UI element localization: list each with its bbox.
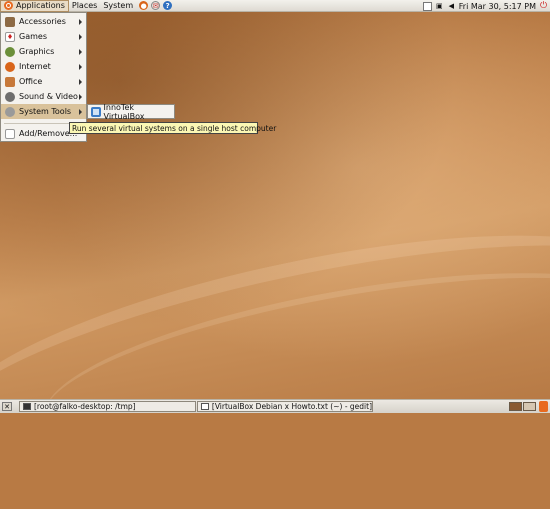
workspace-2[interactable] bbox=[523, 402, 536, 411]
menu-item-internet[interactable]: Internet bbox=[1, 59, 86, 74]
mail-launcher-icon[interactable]: ✉ bbox=[151, 1, 161, 10]
menu-item-office[interactable]: Office bbox=[1, 74, 86, 89]
network-icon[interactable]: ▣ bbox=[435, 2, 444, 11]
games-icon: ♦ bbox=[5, 31, 15, 42]
sound-video-icon bbox=[5, 91, 15, 102]
notification-icon[interactable] bbox=[422, 1, 432, 11]
virtualbox-icon bbox=[91, 106, 101, 117]
taskbar-gedit[interactable]: [VirtualBox Debian x Howto.txt (~) - ged… bbox=[197, 401, 373, 412]
menu-item-graphics[interactable]: Graphics bbox=[1, 44, 86, 59]
virtualbox-tooltip: Run several virtual systems on a single … bbox=[69, 122, 276, 134]
applications-menu-button[interactable]: Applications bbox=[0, 0, 69, 12]
volume-icon[interactable]: ◀ bbox=[447, 2, 456, 11]
places-menu-button[interactable]: Places bbox=[69, 0, 100, 12]
graphics-icon bbox=[5, 46, 15, 57]
top-panel: Applications Places System ● ✉ ? ▣ ◀ Fri… bbox=[0, 0, 550, 12]
menu-item-sound-video[interactable]: Sound & Video bbox=[1, 89, 86, 104]
submenu-arrow-icon bbox=[79, 78, 82, 85]
accessories-icon bbox=[5, 16, 15, 27]
help-launcher-icon[interactable]: ? bbox=[163, 1, 173, 10]
firefox-launcher-icon[interactable]: ● bbox=[139, 1, 149, 10]
ubuntu-logo-icon bbox=[4, 1, 13, 10]
submenu-arrow-icon bbox=[79, 63, 82, 70]
system-tools-submenu: InnoTek VirtualBox bbox=[87, 103, 175, 121]
submenu-item-virtualbox[interactable]: InnoTek VirtualBox bbox=[104, 103, 174, 121]
power-icon[interactable]: ⏻ bbox=[539, 1, 548, 11]
submenu-arrow-icon bbox=[79, 48, 82, 55]
menu-item-system-tools[interactable]: System Tools bbox=[1, 104, 86, 119]
system-tray: ▣ ◀ Fri Mar 30, 5:17 PM ⏻ bbox=[422, 0, 548, 12]
taskbar-gedit-label: [VirtualBox Debian x Howto.txt (~) - ged… bbox=[211, 402, 372, 411]
submenu-arrow-icon bbox=[79, 18, 82, 25]
add-remove-icon bbox=[5, 128, 15, 139]
submenu-arrow-icon bbox=[79, 33, 82, 40]
menu-item-accessories[interactable]: Accessories bbox=[1, 14, 86, 29]
gedit-icon bbox=[201, 403, 209, 410]
taskbar-terminal[interactable]: [root@falko-desktop: /tmp] bbox=[19, 401, 196, 412]
system-tools-icon bbox=[5, 106, 15, 117]
applications-menu-label: Applications bbox=[16, 1, 65, 10]
workspace-1[interactable] bbox=[509, 402, 522, 411]
taskbar-terminal-label: [root@falko-desktop: /tmp] bbox=[34, 402, 136, 411]
trash-icon[interactable] bbox=[539, 401, 548, 412]
office-icon bbox=[5, 76, 15, 87]
clock[interactable]: Fri Mar 30, 5:17 PM bbox=[459, 2, 536, 11]
submenu-arrow-icon bbox=[79, 108, 82, 115]
internet-icon bbox=[5, 61, 15, 72]
menu-item-games[interactable]: ♦ Games bbox=[1, 29, 86, 44]
show-desktop-button[interactable]: ✕ bbox=[2, 402, 12, 411]
terminal-icon bbox=[23, 403, 31, 410]
bottom-panel: ✕ [root@falko-desktop: /tmp] [VirtualBox… bbox=[0, 399, 550, 413]
submenu-arrow-icon bbox=[79, 93, 82, 100]
system-menu-button[interactable]: System bbox=[100, 0, 136, 12]
